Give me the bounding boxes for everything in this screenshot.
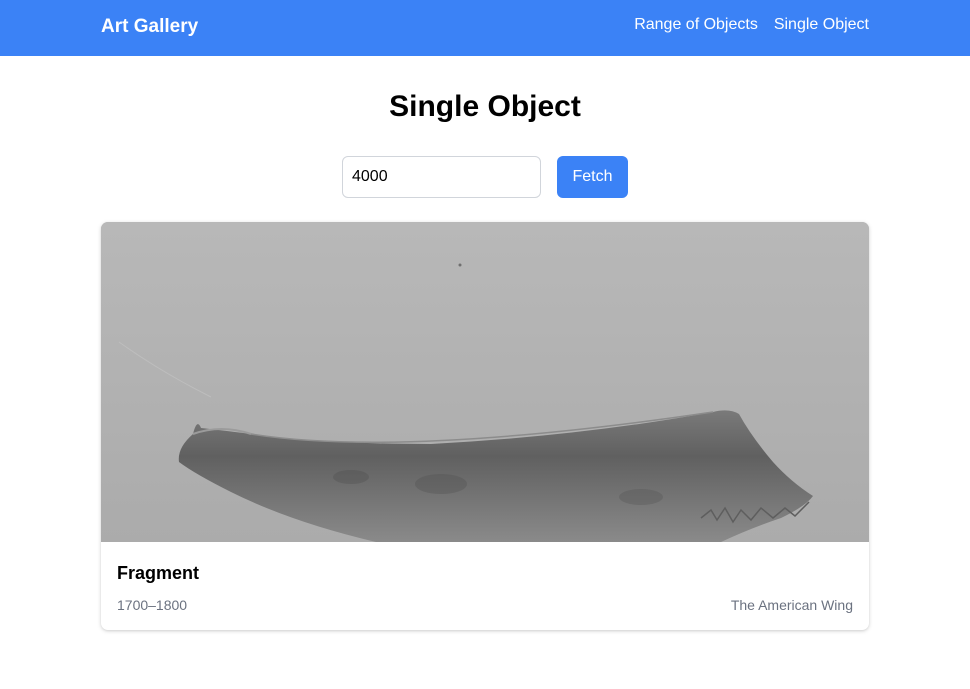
- brand-link[interactable]: Art Gallery: [101, 16, 198, 38]
- object-department: The American Wing: [730, 597, 853, 613]
- nav-link-range-of-objects[interactable]: Range of Objects: [634, 15, 758, 35]
- object-id-input[interactable]: [342, 156, 541, 198]
- object-date: 1700–1800: [117, 597, 188, 613]
- fetch-button[interactable]: Fetch: [557, 156, 628, 198]
- nav-links: Range of Objects Single Object: [634, 15, 869, 35]
- nav-link-single-object[interactable]: Single Object: [774, 15, 869, 35]
- fetch-form: Fetch: [342, 156, 628, 198]
- object-details: Fragment 1700–1800 The American Wing: [101, 542, 869, 630]
- page-title: Single Object: [389, 90, 581, 123]
- object-image: [101, 222, 869, 542]
- object-card: Fragment 1700–1800 The American Wing: [101, 222, 869, 630]
- object-title: Fragment: [117, 563, 200, 583]
- top-navbar: Art Gallery Range of Objects Single Obje…: [0, 0, 970, 56]
